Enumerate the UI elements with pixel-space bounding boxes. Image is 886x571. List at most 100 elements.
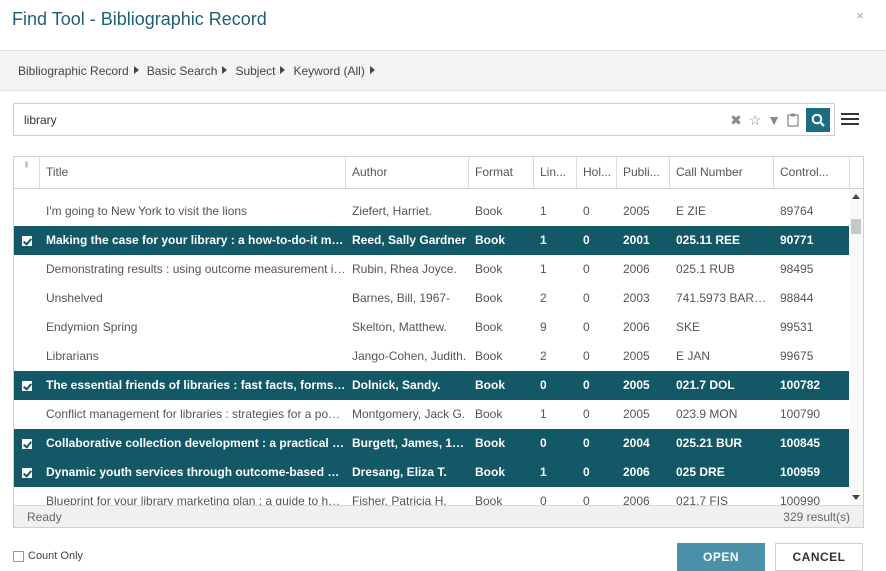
search-input[interactable] [14, 104, 704, 135]
pin-column-header[interactable]: ⇞ [14, 157, 40, 188]
row-author: Dresang, Eliza T. [352, 465, 447, 479]
row-holdings: 0 [583, 407, 590, 421]
row-format: Book [475, 378, 505, 392]
clipboard-icon[interactable] [784, 111, 802, 129]
column-header-title[interactable]: Title [40, 157, 346, 188]
column-header-links[interactable]: Lin... [534, 157, 577, 188]
chevron-right-icon [222, 65, 228, 74]
row-checkbox-cell[interactable] [14, 458, 40, 487]
row-author: Montgomery, Jack G. [352, 407, 466, 421]
search-icon [811, 113, 825, 127]
row-author: Skelton, Matthew. [352, 320, 447, 334]
row-call-number: 023.9 MON [676, 407, 738, 421]
status-text: Ready [27, 509, 62, 524]
table-row[interactable]: Collaborative collection development : a… [14, 429, 850, 458]
grid-rows: I'm going to New York to visit the lions… [14, 197, 850, 516]
row-format: Book [475, 291, 503, 305]
row-checkbox-cell[interactable] [14, 284, 40, 313]
row-holdings: 0 [583, 465, 590, 479]
row-title: Collaborative collection development : a… [46, 436, 346, 450]
row-checkbox-cell[interactable] [14, 429, 40, 458]
row-author: Rubin, Rhea Joyce. [352, 262, 457, 276]
row-holdings: 0 [583, 233, 590, 247]
row-checkbox-cell[interactable] [14, 342, 40, 371]
row-publication: 2006 [623, 262, 650, 276]
row-author: Ziefert, Harriet. [352, 204, 433, 218]
count-only-label: Count Only [28, 550, 84, 562]
checkbox-checked-icon[interactable] [22, 467, 32, 478]
breadcrumb-keyword-all[interactable]: Keyword (All) [293, 64, 375, 78]
row-checkbox-cell[interactable] [14, 400, 40, 429]
row-format: Book [475, 233, 505, 247]
scroll-thumb[interactable] [851, 219, 861, 234]
table-row[interactable]: Unshelved Barnes, Bill, 1967- Book 2 0 2003 74… [14, 284, 850, 313]
row-call-number: 025.1 RUB [676, 262, 735, 276]
row-publication: 2004 [623, 436, 650, 450]
breadcrumb-subject[interactable]: Subject [235, 64, 286, 78]
cancel-button[interactable]: CANCEL [775, 543, 863, 571]
table-row[interactable]: I'm going to New York to visit the lions… [14, 197, 850, 226]
row-title: Dynamic youth services through outcome-b… [46, 465, 346, 479]
row-checkbox-cell[interactable] [14, 255, 40, 284]
row-control-number: 90771 [780, 233, 814, 247]
hamburger-menu-icon[interactable] [841, 110, 859, 128]
search-button[interactable] [806, 108, 830, 132]
row-links: 0 [540, 378, 547, 392]
table-row[interactable]: The essential friends of libraries : fas… [14, 371, 850, 400]
breadcrumb-bibliographic-record[interactable]: Bibliographic Record [18, 64, 139, 78]
row-checkbox-cell[interactable] [14, 197, 40, 226]
column-header-publication[interactable]: Publi... [617, 157, 670, 188]
open-button[interactable]: OPEN [677, 543, 765, 571]
row-title: Conflict management for libraries : stra… [46, 407, 346, 421]
column-header-author[interactable]: Author [346, 157, 469, 188]
table-row[interactable]: Demonstrating results : using outcome me… [14, 255, 850, 284]
scroll-down-icon[interactable] [852, 495, 860, 500]
row-format: Book [475, 320, 503, 334]
checkbox-checked-icon[interactable] [22, 438, 32, 449]
row-holdings: 0 [583, 378, 590, 392]
dialog-title: Find Tool - Bibliographic Record [12, 9, 267, 29]
row-holdings: 0 [583, 320, 590, 334]
row-holdings: 0 [583, 262, 590, 276]
result-count: 329 result(s) [783, 509, 850, 524]
row-checkbox-cell[interactable] [14, 313, 40, 342]
row-call-number: 025.11 REE [676, 233, 741, 247]
row-links: 1 [540, 262, 547, 276]
row-format: Book [475, 407, 503, 421]
row-control-number: 98495 [780, 262, 814, 276]
count-only-checkbox[interactable] [13, 550, 24, 562]
column-header-control[interactable]: Control... [774, 157, 850, 188]
count-only-option[interactable]: Count Only [13, 550, 83, 562]
column-header-holdings[interactable]: Hol... [577, 157, 617, 188]
row-call-number: 021.7 DOL [676, 378, 735, 392]
row-publication: 2001 [623, 233, 650, 247]
column-header-format[interactable]: Format [469, 157, 534, 188]
row-checkbox-cell[interactable] [14, 226, 40, 255]
table-row[interactable]: Making the case for your library : a how… [14, 226, 850, 255]
row-call-number: E JAN [676, 349, 711, 363]
clear-icon[interactable]: ✖ [727, 111, 745, 129]
row-format: Book [475, 465, 505, 479]
table-row[interactable]: Conflict management for libraries : stra… [14, 400, 850, 429]
star-icon[interactable]: ☆ [746, 111, 764, 129]
table-row[interactable]: Librarians Jango-Cohen, Judith. Book 2 0 2005… [14, 342, 850, 371]
close-icon[interactable]: × [856, 8, 864, 23]
row-title: I'm going to New York to visit the lions [46, 204, 248, 218]
row-publication: 2006 [623, 320, 650, 334]
row-checkbox-cell[interactable] [14, 371, 40, 400]
table-row[interactable]: Endymion Spring Skelton, Matthew. Book 9 0 20… [14, 313, 850, 342]
filter-icon[interactable]: ▼ [765, 111, 783, 129]
breadcrumb-basic-search[interactable]: Basic Search [147, 64, 228, 78]
row-title: Unshelved [46, 291, 103, 305]
scroll-up-icon[interactable] [852, 194, 860, 199]
vertical-scrollbar[interactable] [849, 189, 863, 505]
checkbox-checked-icon[interactable] [22, 380, 32, 391]
row-format: Book [475, 262, 503, 276]
search-actions: ✖ ☆ ▼ [726, 108, 830, 132]
row-links: 2 [540, 291, 547, 305]
column-header-call-number[interactable]: Call Number [670, 157, 774, 188]
checkbox-checked-icon[interactable] [22, 235, 32, 246]
table-row[interactable]: Dynamic youth services through outcome-b… [14, 458, 850, 487]
row-author: Dolnick, Sandy. [352, 378, 441, 392]
row-publication: 2005 [623, 378, 650, 392]
